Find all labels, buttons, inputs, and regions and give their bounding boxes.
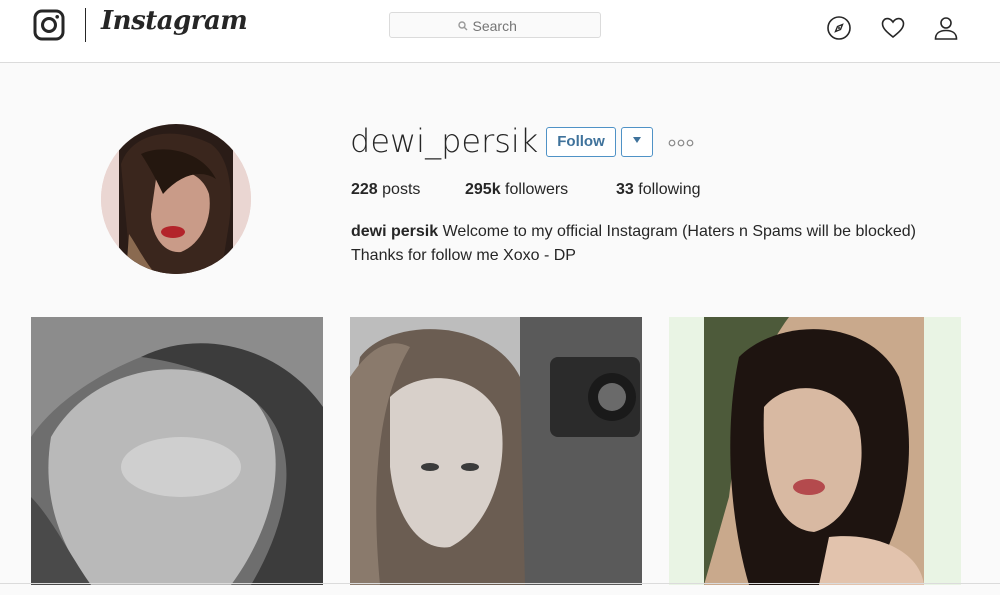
posts-count: 228 [351,181,378,198]
instagram-camera-icon[interactable] [33,9,65,41]
bio-line-1: dewi persik Welcome to my official Insta… [351,220,971,244]
search-icon [457,14,468,38]
followers-label: followers [505,181,569,198]
caret-down-icon [633,135,641,146]
follow-button[interactable]: Follow [546,127,616,157]
posts-stat: 228 posts [351,181,420,199]
person-icon[interactable] [933,15,959,41]
profile-bio: dewi persik Welcome to my official Insta… [351,220,971,268]
top-navigation-bar: Instagram [0,0,1000,63]
posts-label: posts [382,181,421,198]
post-thumbnail[interactable] [31,317,323,585]
bio-line-2: Thanks for follow me Xoxo - DP [351,247,576,264]
compass-icon[interactable] [826,15,852,41]
instagram-wordmark[interactable]: Instagram [101,6,248,36]
search-box[interactable] [389,12,601,38]
followers-stat[interactable]: 295k followers [465,181,568,199]
bio-text: Welcome to my official Instagram (Haters… [442,223,916,240]
profile-username: dewi_persik [350,122,539,160]
post-thumbnail[interactable] [350,317,642,585]
logo-divider [85,8,86,42]
ellipsis-icon [668,136,694,153]
followers-count: 295k [465,181,501,198]
suggestions-dropdown-button[interactable] [621,127,653,157]
profile-full-name: dewi persik [351,223,439,240]
bottom-divider [0,583,1000,584]
following-label: following [638,181,701,198]
more-options-button[interactable] [668,136,694,148]
following-count: 33 [616,181,634,198]
heart-icon[interactable] [880,15,906,41]
post-thumbnail[interactable] [669,317,961,585]
profile-avatar[interactable] [101,124,251,274]
search-input[interactable] [472,18,533,35]
following-stat[interactable]: 33 following [616,181,701,199]
